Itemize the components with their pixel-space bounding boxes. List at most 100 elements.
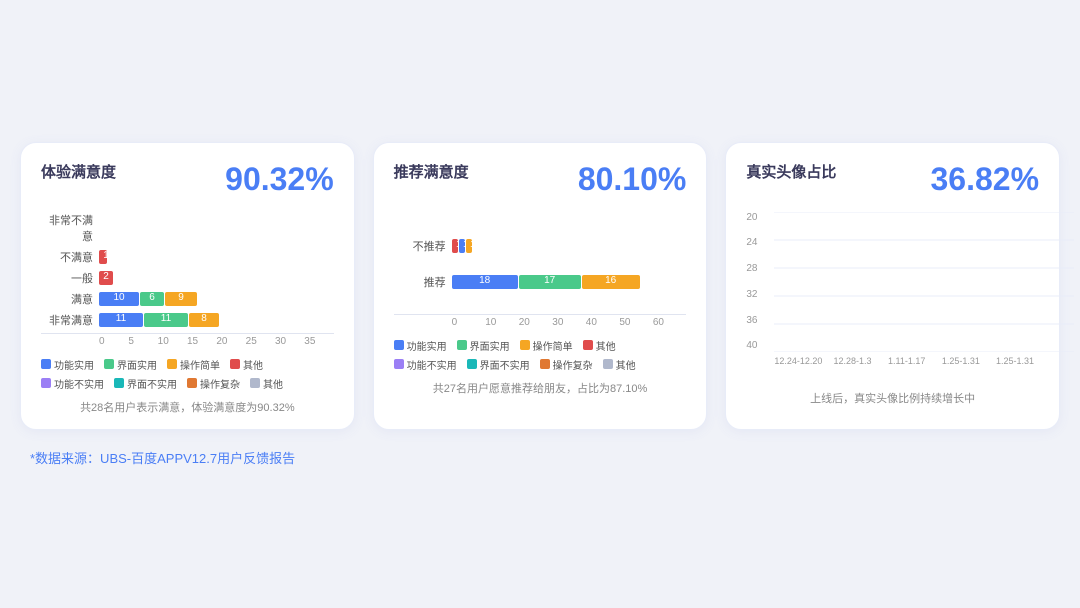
hbar-row-r0: 不推荐 1 1 1 (394, 238, 687, 254)
recommend-footer: 共27名用户愿意推荐给朋友，占比为87.10% (394, 380, 687, 396)
hbar-segs-3: 10 6 9 (99, 292, 197, 306)
recommend-percent: 80.10% (578, 161, 687, 198)
legend-2: 功能实用 界面实用 操作简单 其他 功能不实用 界面不实用 操作复杂 其他 (394, 338, 687, 372)
hbar-row-4: 非常满意 11 11 8 (41, 312, 334, 328)
hbar-label-r0: 不推荐 (394, 238, 446, 254)
recommend-title: 推荐满意度 (394, 161, 469, 182)
legend-dot (230, 359, 240, 369)
legend-dot (104, 359, 114, 369)
hbar-row-3: 满意 10 6 9 (41, 291, 334, 307)
legend-item: 功能不实用 (394, 357, 457, 372)
avatar-footer: 上线后，真实头像比例持续增长中 (746, 390, 1039, 406)
vbar-xlabel-0: 12.24-12.20 (774, 356, 822, 366)
avatar-title: 真实头像占比 (746, 161, 836, 182)
vbar-y-labels: 40 36 32 28 24 20 (746, 212, 757, 352)
avatar-chart: 40 36 32 28 24 20 (746, 212, 1039, 382)
main-container: 体验满意度 90.32% 非常不满意 不满意 1 (20, 122, 1060, 487)
y-grid-lines (774, 212, 1074, 352)
seg-r0-1: 1 (452, 239, 458, 253)
legend-dot (41, 359, 51, 369)
legend-item: 功能实用 (394, 338, 447, 353)
legend-item: 界面不实用 (467, 357, 530, 372)
card-header-2: 推荐满意度 80.10% (394, 161, 687, 198)
satisfaction-chart: 非常不满意 不满意 1 一般 (41, 212, 334, 347)
avatar-card: 真实头像占比 36.82% 40 36 (725, 142, 1060, 430)
seg-1-1: 1 (99, 250, 107, 264)
legend-1: 功能实用 界面实用 操作简单 其他 功能不实用 界面不实用 操作复杂 其他 (41, 357, 334, 391)
seg-r1-1: 18 (452, 275, 518, 289)
hbar-segs-1: 1 (99, 250, 107, 264)
vbar-inner: 40 36 32 28 24 20 (746, 212, 1039, 352)
cards-row: 体验满意度 90.32% 非常不满意 不满意 1 (20, 142, 1060, 430)
legend-dot (114, 378, 124, 388)
seg-r0-2: 1 (459, 239, 465, 253)
vbar-xlabel-4: 1.25-1.31 (991, 356, 1039, 366)
legend-item: 其他 (230, 357, 263, 372)
source-text: *数据来源：UBS-百度APPV12.7用户反馈报告 (20, 448, 1060, 467)
hbar-row-1: 不满意 1 (41, 249, 334, 265)
axis-line-2 (394, 314, 687, 315)
seg-4-3: 8 (189, 313, 219, 327)
hbar-row-r1: 推荐 18 17 16 (394, 274, 687, 290)
legend-dot (394, 340, 404, 350)
legend-dot (540, 359, 550, 369)
legend-item: 操作简单 (520, 338, 573, 353)
legend-dot (167, 359, 177, 369)
axis-line-1 (41, 333, 334, 334)
hbar-segs-4: 11 11 8 (99, 313, 219, 327)
hbar-segs-2: 2 (99, 271, 113, 285)
hbar-label-1: 不满意 (41, 249, 93, 265)
legend-item: 操作复杂 (540, 357, 593, 372)
seg-3-3: 9 (165, 292, 197, 306)
legend-dot (457, 340, 467, 350)
hbar-segs-r0: 1 1 1 (452, 239, 472, 253)
satisfaction-card: 体验满意度 90.32% 非常不满意 不满意 1 (20, 142, 355, 430)
legend-item: 其他 (603, 357, 636, 372)
hbar-label-4: 非常满意 (41, 312, 93, 328)
hbar-label-0: 非常不满意 (41, 212, 93, 244)
legend-dot (394, 359, 404, 369)
legend-dot (467, 359, 477, 369)
hbar-row-0: 非常不满意 (41, 212, 334, 244)
card-header-1: 体验满意度 90.32% (41, 161, 334, 198)
legend-dot (583, 340, 593, 350)
seg-4-1: 11 (99, 313, 143, 327)
seg-r1-3: 16 (582, 275, 640, 289)
hbar-label-r1: 推荐 (394, 274, 446, 290)
hbar-label-3: 满意 (41, 291, 93, 307)
legend-item: 功能实用 (41, 357, 94, 372)
seg-2-1: 2 (99, 271, 113, 285)
legend-item: 界面不实用 (114, 376, 177, 391)
legend-dot (41, 378, 51, 388)
seg-r0-3: 1 (466, 239, 472, 253)
legend-item: 操作简单 (167, 357, 220, 372)
legend-item: 界面实用 (457, 338, 510, 353)
hbar-label-2: 一般 (41, 270, 93, 286)
recommend-card: 推荐满意度 80.10% 不推荐 1 1 1 (373, 142, 708, 430)
legend-dot (187, 378, 197, 388)
satisfaction-title: 体验满意度 (41, 161, 116, 182)
legend-dot (520, 340, 530, 350)
legend-item: 功能不实用 (41, 376, 104, 391)
avatar-percent: 36.82% (930, 161, 1039, 198)
legend-item: 界面实用 (104, 357, 157, 372)
hbar-row-2: 一般 2 (41, 270, 334, 286)
seg-3-1: 10 (99, 292, 139, 306)
legend-item: 操作复杂 (187, 376, 240, 391)
seg-3-2: 6 (140, 292, 164, 306)
card-header-3: 真实头像占比 36.82% (746, 161, 1039, 198)
satisfaction-percent: 90.32% (225, 161, 334, 198)
vbar-x-labels: 12.24-12.20 12.28-1.3 1.11-1.17 1.25-1.3… (746, 356, 1039, 366)
seg-4-2: 11 (144, 313, 188, 327)
legend-dot (250, 378, 260, 388)
recommend-chart: 不推荐 1 1 1 推荐 (394, 238, 687, 328)
vbar-xlabel-3: 1.25-1.31 (937, 356, 985, 366)
hbar-segs-r1: 18 17 16 (452, 275, 640, 289)
axis-labels-1: 0 5 10 15 20 25 30 35 (99, 336, 334, 347)
legend-item: 其他 (250, 376, 283, 391)
vbar-xlabel-1: 12.28-1.3 (828, 356, 876, 366)
legend-item: 其他 (583, 338, 616, 353)
seg-r1-2: 17 (519, 275, 581, 289)
legend-dot (603, 359, 613, 369)
satisfaction-footer: 共28名用户表示满意，体验满意度为90.32% (41, 399, 334, 415)
